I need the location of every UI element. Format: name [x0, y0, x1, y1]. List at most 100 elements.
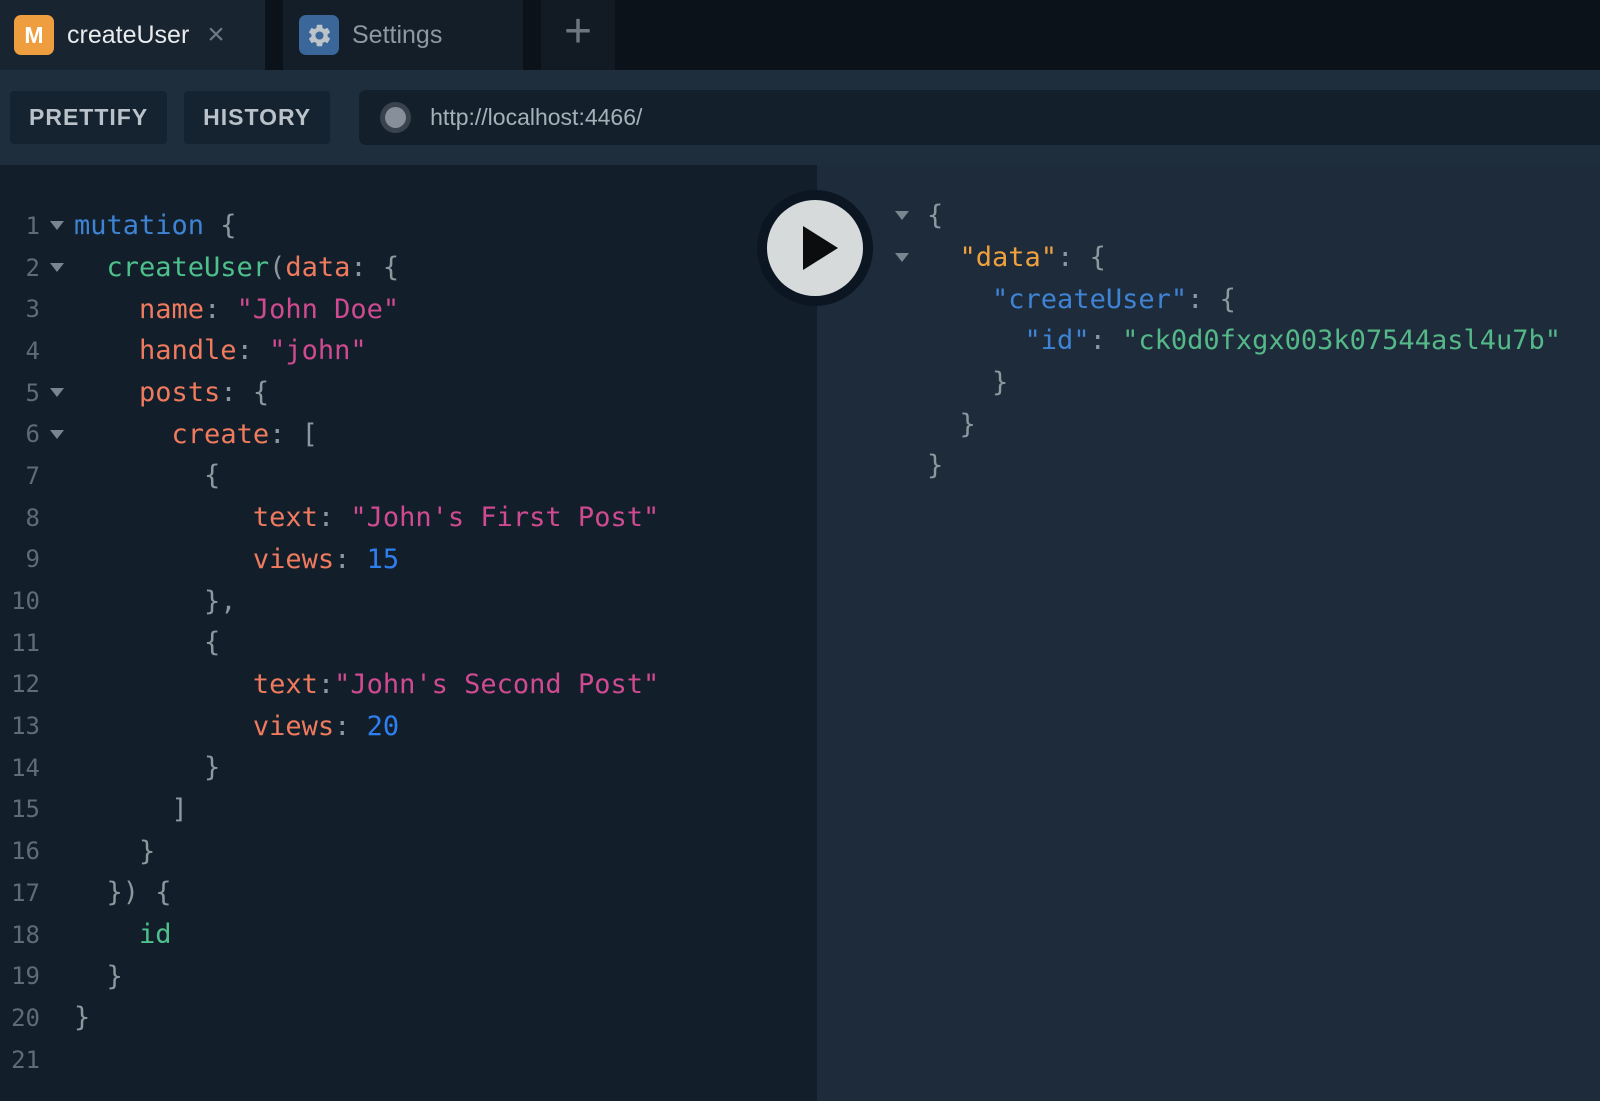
code-text: "data": { [927, 242, 1106, 273]
line-number: 3 [0, 295, 40, 323]
tab-createuser-label: createUser [67, 21, 189, 50]
line-number: 20 [0, 1004, 40, 1032]
tab-settings[interactable]: Settings [283, 0, 523, 70]
response-line[interactable]: } [817, 362, 1600, 404]
query-line[interactable]: 2 createUser(data: { [0, 247, 817, 289]
line-number: 15 [0, 795, 40, 823]
code-text: } [927, 450, 943, 481]
code-text: } [74, 1002, 90, 1033]
close-tab-icon[interactable]: × [207, 20, 225, 50]
code-text: handle: "john" [74, 335, 367, 366]
fold-arrow-icon[interactable] [40, 221, 74, 230]
tab-bar: M createUser × Settings + [0, 0, 1600, 70]
code-text: { [74, 460, 220, 491]
fold-arrow-icon[interactable] [889, 253, 915, 262]
endpoint-status-icon [385, 107, 406, 128]
line-number: 10 [0, 587, 40, 615]
code-text: }) { [74, 877, 172, 908]
query-line[interactable]: 12 text:"John's Second Post" [0, 664, 817, 706]
endpoint-url-bar[interactable] [359, 90, 1600, 145]
code-text: { [74, 627, 220, 658]
play-button-circle [767, 200, 863, 296]
code-text: { [927, 200, 943, 231]
response-line[interactable]: } [817, 445, 1600, 487]
code-text: views: 20 [74, 711, 399, 742]
query-editor[interactable]: 1mutation {2 createUser(data: {3 name: "… [0, 165, 817, 1101]
query-line[interactable]: 7 { [0, 455, 817, 497]
query-line[interactable]: 21 [0, 1039, 817, 1081]
code-text: "id": "ck0d0fxgx003k07544asl4u7b" [927, 325, 1561, 356]
fold-arrow-icon[interactable] [40, 263, 74, 272]
tab-settings-label: Settings [352, 21, 442, 50]
query-line[interactable]: 15 ] [0, 789, 817, 831]
line-number: 1 [0, 212, 40, 240]
code-text: } [74, 752, 220, 783]
code-text: text: "John's First Post" [74, 502, 659, 533]
code-text: create: [ [74, 419, 318, 450]
code-text: posts: { [74, 377, 269, 408]
line-number: 14 [0, 754, 40, 782]
tab-createuser[interactable]: M createUser × [0, 0, 265, 70]
line-number: 13 [0, 712, 40, 740]
new-tab-button[interactable]: + [541, 0, 615, 70]
query-line[interactable]: 10 }, [0, 580, 817, 622]
query-line[interactable]: 9 views: 15 [0, 539, 817, 581]
execute-query-button[interactable] [757, 190, 873, 306]
response-line[interactable]: } [817, 403, 1600, 445]
line-number: 4 [0, 337, 40, 365]
query-line[interactable]: 20} [0, 997, 817, 1039]
response-line[interactable]: { [817, 195, 1600, 237]
response-line[interactable]: "id": "ck0d0fxgx003k07544asl4u7b" [817, 320, 1600, 362]
line-number: 19 [0, 962, 40, 990]
query-line[interactable]: 17 }) { [0, 872, 817, 914]
fold-arrow-icon[interactable] [40, 430, 74, 439]
play-icon [803, 226, 838, 270]
prettify-button[interactable]: PRETTIFY [10, 91, 167, 144]
code-text: mutation { [74, 210, 237, 241]
playground-main: 1mutation {2 createUser(data: {3 name: "… [0, 165, 1600, 1101]
code-text: "createUser": { [927, 284, 1236, 315]
line-number: 16 [0, 837, 40, 865]
query-line[interactable]: 3 name: "John Doe" [0, 288, 817, 330]
response-viewer[interactable]: { "data": { "createUser": { "id": "ck0d0… [817, 165, 1600, 1101]
mutation-badge-icon: M [14, 15, 54, 55]
query-line[interactable]: 5 posts: { [0, 372, 817, 414]
line-number: 11 [0, 629, 40, 657]
code-text: name: "John Doe" [74, 294, 399, 325]
line-number: 7 [0, 462, 40, 490]
code-text: } [927, 409, 976, 440]
code-text: text:"John's Second Post" [74, 669, 659, 700]
history-button[interactable]: HISTORY [184, 91, 330, 144]
fold-arrow-icon[interactable] [889, 211, 915, 220]
line-number: 8 [0, 504, 40, 532]
toolbar: PRETTIFY HISTORY [0, 70, 1600, 165]
query-line[interactable]: 11 { [0, 622, 817, 664]
query-line[interactable]: 19 } [0, 955, 817, 997]
query-line[interactable]: 8 text: "John's First Post" [0, 497, 817, 539]
query-line[interactable]: 18 id [0, 914, 817, 956]
line-number: 17 [0, 879, 40, 907]
line-number: 12 [0, 670, 40, 698]
fold-arrow-icon[interactable] [40, 388, 74, 397]
code-text: ] [74, 794, 188, 825]
endpoint-url-input[interactable] [430, 104, 1600, 131]
response-line[interactable]: "data": { [817, 237, 1600, 279]
query-line[interactable]: 13 views: 20 [0, 705, 817, 747]
gear-icon [299, 15, 339, 55]
query-line[interactable]: 1 mutation { [0, 205, 817, 247]
query-line[interactable]: 4 handle: "john" [0, 330, 817, 372]
code-text: createUser(data: { [74, 252, 399, 283]
line-number: 18 [0, 921, 40, 949]
line-number: 21 [0, 1046, 40, 1074]
code-text: } [74, 961, 123, 992]
query-line[interactable]: 6 create: [ [0, 413, 817, 455]
line-number: 5 [0, 379, 40, 407]
code-text: } [927, 367, 1008, 398]
response-line[interactable]: "createUser": { [817, 278, 1600, 320]
line-number: 6 [0, 420, 40, 448]
code-text: } [74, 836, 155, 867]
query-line[interactable]: 16 } [0, 830, 817, 872]
query-line[interactable]: 14 } [0, 747, 817, 789]
code-text: }, [74, 586, 237, 617]
line-number: 9 [0, 545, 40, 573]
